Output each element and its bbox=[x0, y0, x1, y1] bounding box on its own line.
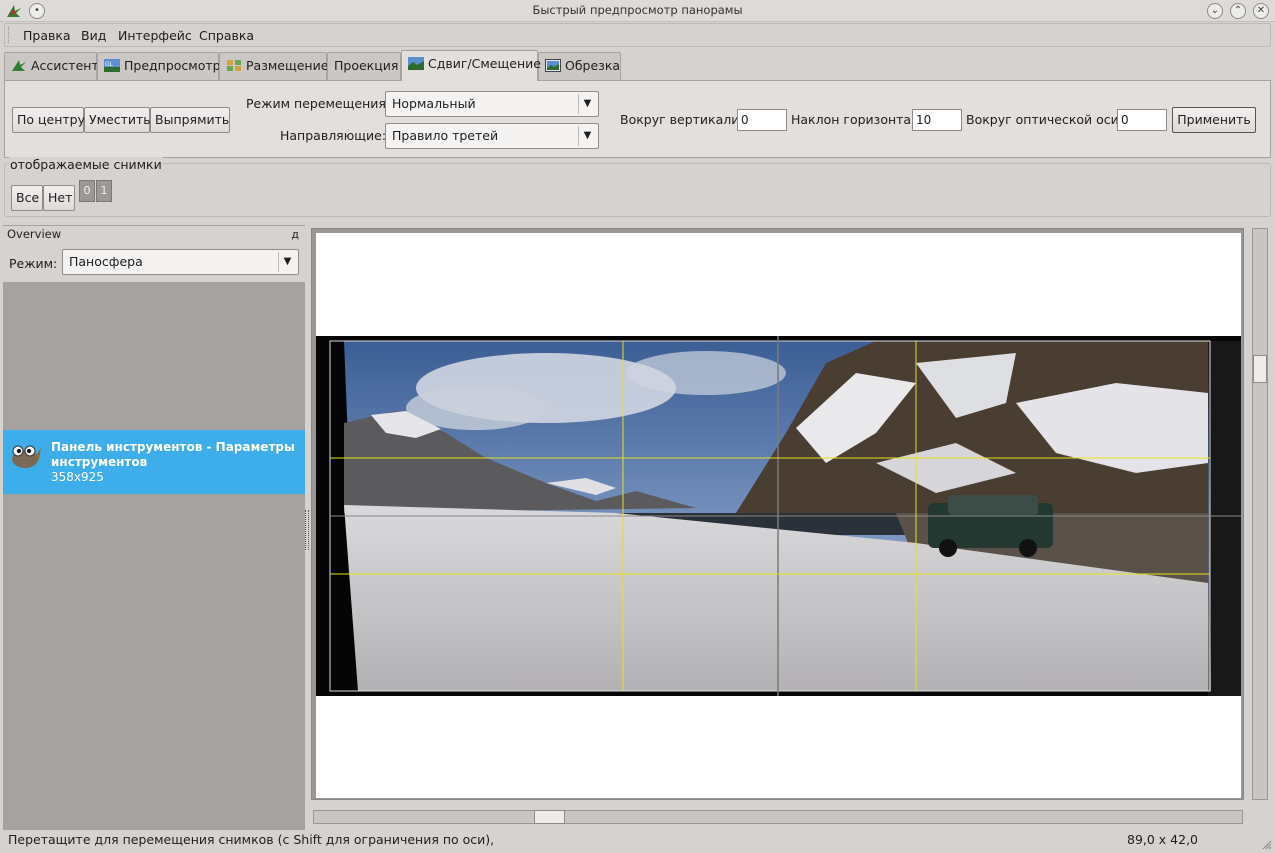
overview-mode-row: Режим: Паносфера ▼ bbox=[3, 244, 305, 282]
gimp-icon bbox=[12, 445, 41, 468]
guides-label: Направляющие: bbox=[280, 128, 387, 143]
image-toggle-0[interactable]: 0 bbox=[79, 180, 95, 202]
drag-mode-label: Режим перемещения: bbox=[246, 96, 391, 111]
panel-splitter[interactable] bbox=[305, 510, 309, 550]
image-toggle-1[interactable]: 1 bbox=[96, 180, 112, 202]
gl-preview-icon: GL bbox=[104, 59, 120, 72]
displayed-images-group: отображаемые снимки Все Нет 0 1 bbox=[4, 157, 1271, 217]
pitch-label: Наклон горизонта: bbox=[791, 112, 916, 127]
tab-move-drag[interactable]: Сдвиг/Смещение bbox=[401, 50, 541, 81]
maximize-button[interactable]: ⌃ bbox=[1230, 3, 1246, 19]
fit-button[interactable]: Уместить bbox=[84, 107, 151, 133]
horizontal-scrollbar[interactable] bbox=[313, 810, 1243, 824]
tab-label: Предпросмотр bbox=[124, 58, 221, 73]
assistant-icon bbox=[12, 60, 26, 71]
toolbar-grip[interactable] bbox=[8, 27, 12, 43]
show-all-button[interactable]: Все bbox=[11, 185, 43, 211]
layout-icon bbox=[227, 60, 241, 71]
overview-mode-select[interactable]: Паносфера ▼ bbox=[62, 249, 299, 275]
overview-mode-value: Паносфера bbox=[69, 254, 143, 269]
tab-bar: Ассистент GL Предпросмотр Размещение Прое… bbox=[4, 50, 1271, 81]
guides-value: Правило третей bbox=[392, 128, 499, 143]
roll-label: Вокруг оптической оси: bbox=[966, 112, 1123, 127]
overview-mode-label: Режим: bbox=[9, 256, 58, 271]
close-button[interactable]: ✕ bbox=[1253, 3, 1269, 19]
tab-label: Проекция bbox=[334, 58, 399, 73]
chevron-down-icon: ▼ bbox=[278, 252, 296, 272]
overview-header: Overview д bbox=[3, 226, 305, 244]
tab-label: Размещение bbox=[246, 58, 329, 73]
chevron-down-icon: ▼ bbox=[578, 126, 596, 146]
tab-layout[interactable]: Размещение bbox=[219, 52, 329, 80]
overview-title: Overview bbox=[7, 227, 62, 241]
roll-input[interactable]: 0 bbox=[1117, 109, 1167, 131]
svg-text:GL: GL bbox=[105, 61, 114, 68]
yaw-label: Вокруг вертикали: bbox=[620, 112, 744, 127]
status-coordinates: 89,0 x 42,0 bbox=[1127, 832, 1199, 847]
displayed-images-legend: отображаемые снимки bbox=[9, 157, 163, 172]
guides-select[interactable]: Правило третей ▼ bbox=[385, 123, 599, 149]
minimize-button[interactable]: ⌄ bbox=[1207, 3, 1223, 19]
pin-icon[interactable]: д bbox=[291, 226, 299, 243]
drag-window-title: Панель инструментов - Параметры инструме… bbox=[51, 440, 295, 469]
pitch-input[interactable]: 10 bbox=[912, 109, 962, 131]
drag-mode-value: Нормальный bbox=[392, 96, 476, 111]
window-title: Быстрый предпросмотр панорамы bbox=[532, 3, 743, 17]
crop-icon bbox=[545, 59, 561, 72]
show-none-button[interactable]: Нет bbox=[43, 185, 75, 211]
tab-crop[interactable]: Обрезка bbox=[538, 52, 621, 80]
resize-grip-icon[interactable] bbox=[1262, 840, 1272, 850]
menu-bar: Правка Вид Интерфейс Справка bbox=[4, 23, 1271, 47]
tab-label: Ассистент bbox=[31, 58, 99, 73]
vertical-scrollbar[interactable] bbox=[1252, 228, 1268, 800]
menu-help[interactable]: Справка bbox=[199, 28, 254, 43]
tab-preview[interactable]: GL Предпросмотр bbox=[97, 52, 221, 80]
tab-label: Сдвиг/Смещение bbox=[428, 56, 541, 71]
tab-projection[interactable]: Проекция bbox=[327, 52, 401, 80]
overview-panel bbox=[3, 225, 305, 830]
title-bar[interactable]: • Быстрый предпросмотр панорамы ⌄ ⌃ ✕ bbox=[0, 0, 1275, 22]
horizontal-scroll-thumb[interactable] bbox=[534, 810, 565, 824]
panorama-image[interactable] bbox=[316, 233, 1241, 798]
chevron-down-icon: ▼ bbox=[578, 94, 596, 114]
center-button[interactable]: По центру bbox=[12, 107, 85, 133]
vertical-scroll-thumb[interactable] bbox=[1253, 355, 1267, 383]
panorama-preview-canvas[interactable] bbox=[316, 233, 1241, 798]
drag-window-item[interactable]: Панель инструментов - Параметры инструме… bbox=[3, 430, 305, 494]
status-message: Перетащите для перемещения снимков (с Sh… bbox=[8, 832, 495, 847]
menu-edit[interactable]: Правка bbox=[23, 28, 71, 43]
move-drag-icon bbox=[408, 57, 424, 70]
tab-assistant[interactable]: Ассистент bbox=[4, 52, 99, 80]
drag-mode-select[interactable]: Нормальный ▼ bbox=[385, 91, 599, 117]
yaw-input[interactable]: 0 bbox=[737, 109, 787, 131]
straighten-button[interactable]: Выпрямить bbox=[150, 107, 230, 133]
tab-label: Обрезка bbox=[565, 58, 621, 73]
apply-button[interactable]: Применить bbox=[1172, 107, 1256, 133]
move-drag-panel: По центру Уместить Выпрямить Режим перем… bbox=[4, 80, 1271, 158]
drag-window-size: 358x925 bbox=[51, 470, 104, 484]
menu-view[interactable]: Вид bbox=[81, 28, 106, 43]
menu-interface[interactable]: Интерфейс bbox=[118, 28, 192, 43]
